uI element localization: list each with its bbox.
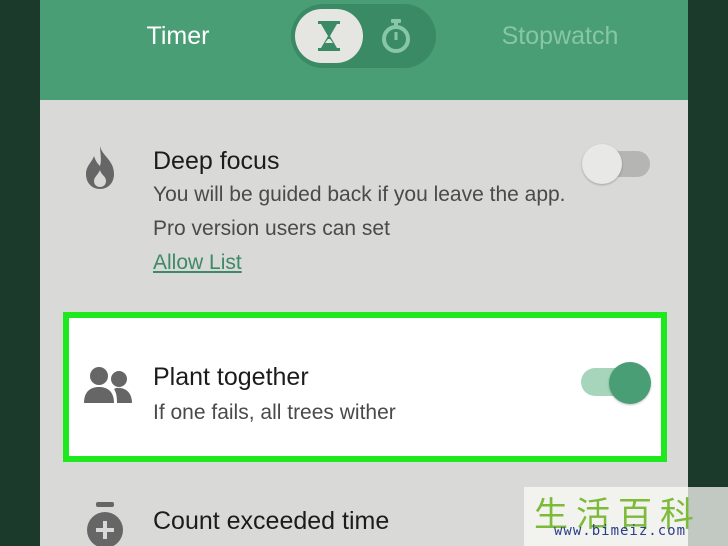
tab-timer[interactable]: Timer	[128, 22, 228, 51]
app-screen: Timer Stopwatch Deep focus You will be g…	[40, 0, 688, 546]
flame-icon	[86, 146, 114, 189]
watermark: 生活百科 www.bimeiz.com	[524, 487, 728, 546]
mode-toggle[interactable]	[291, 4, 436, 68]
toggle-knob[interactable]	[609, 362, 651, 404]
toggle-knob[interactable]	[582, 144, 622, 184]
stopwatch-icon[interactable]	[381, 19, 411, 53]
watermark-url: www.bimeiz.com	[554, 523, 687, 539]
hourglass-icon	[318, 21, 340, 51]
setting-description: You will be guided back if you leave the…	[153, 183, 566, 240]
setting-row-plant-together: Plant together If one fails, all trees w…	[63, 312, 667, 462]
people-icon	[84, 367, 132, 403]
setting-row-deep-focus: Deep focus You will be guided back if yo…	[40, 118, 688, 288]
timer-plus-icon	[87, 502, 123, 546]
setting-title: Deep focus	[153, 147, 280, 175]
setting-title: Plant together	[153, 363, 309, 391]
allow-list-link[interactable]: Allow List	[153, 251, 242, 275]
tab-stopwatch[interactable]: Stopwatch	[480, 22, 640, 51]
top-bar: Timer Stopwatch	[40, 0, 688, 100]
mode-toggle-selected[interactable]	[295, 9, 363, 63]
setting-description: If one fails, all trees wither	[153, 401, 396, 424]
setting-title: Count exceeded time	[153, 507, 390, 535]
